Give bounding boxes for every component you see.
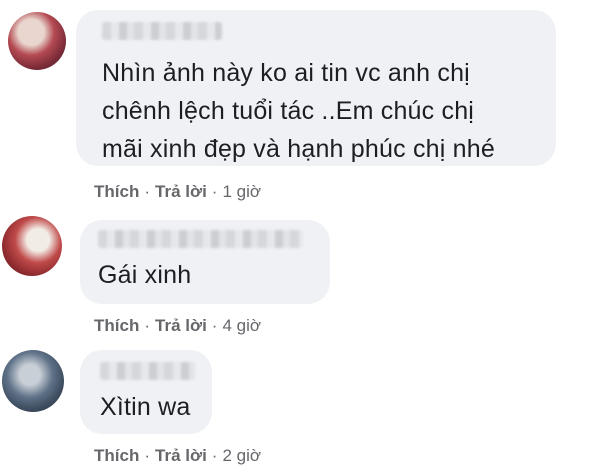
commenter-name-blurred[interactable]: [98, 230, 303, 248]
comment-bubble: Gái xinh: [80, 220, 330, 304]
separator: ·: [211, 316, 218, 335]
comment-line: mãi xinh đẹp và hạnh phúc chị nhé: [102, 135, 495, 163]
avatar[interactable]: [8, 12, 66, 70]
comment-line: Xìtin wa: [100, 393, 191, 421]
reply-link[interactable]: Trả lời: [155, 316, 207, 335]
separator: ·: [144, 182, 151, 201]
separator: ·: [144, 316, 151, 335]
like-link[interactable]: Thích: [94, 446, 139, 465]
timestamp[interactable]: 2 giờ: [222, 446, 261, 465]
avatar[interactable]: [2, 350, 64, 412]
reply-link[interactable]: Trả lời: [155, 446, 207, 465]
comment-actions: Thích · Trả lời · 1 giờ: [94, 182, 261, 202]
comment-text: Gái xinh: [98, 256, 191, 294]
separator: ·: [144, 446, 151, 465]
comment-actions: Thích · Trả lời · 2 giờ: [94, 446, 261, 466]
like-link[interactable]: Thích: [94, 316, 139, 335]
comment-text: Nhìn ảnh này ko ai tin vc anh chị chênh …: [102, 54, 495, 168]
commenter-name-blurred[interactable]: [102, 22, 222, 40]
timestamp[interactable]: 1 giờ: [222, 182, 261, 201]
separator: ·: [211, 446, 218, 465]
avatar[interactable]: [2, 216, 62, 276]
timestamp[interactable]: 4 giờ: [222, 316, 261, 335]
separator: ·: [211, 182, 218, 201]
comment-actions: Thích · Trả lời · 4 giờ: [94, 316, 261, 336]
comment-line: chênh lệch tuổi tác ..Em chúc chị: [102, 97, 475, 125]
like-link[interactable]: Thích: [94, 182, 139, 201]
comment-text: Xìtin wa: [100, 388, 191, 426]
comment-line: Gái xinh: [98, 261, 192, 289]
comment-bubble: Xìtin wa: [80, 350, 212, 434]
comment-bubble: Nhìn ảnh này ko ai tin vc anh chị chênh …: [76, 10, 556, 166]
commenter-name-blurred[interactable]: [100, 362, 195, 380]
reply-link[interactable]: Trả lời: [155, 182, 207, 201]
comment-line: Nhìn ảnh này ko ai tin vc anh chị: [102, 59, 470, 87]
